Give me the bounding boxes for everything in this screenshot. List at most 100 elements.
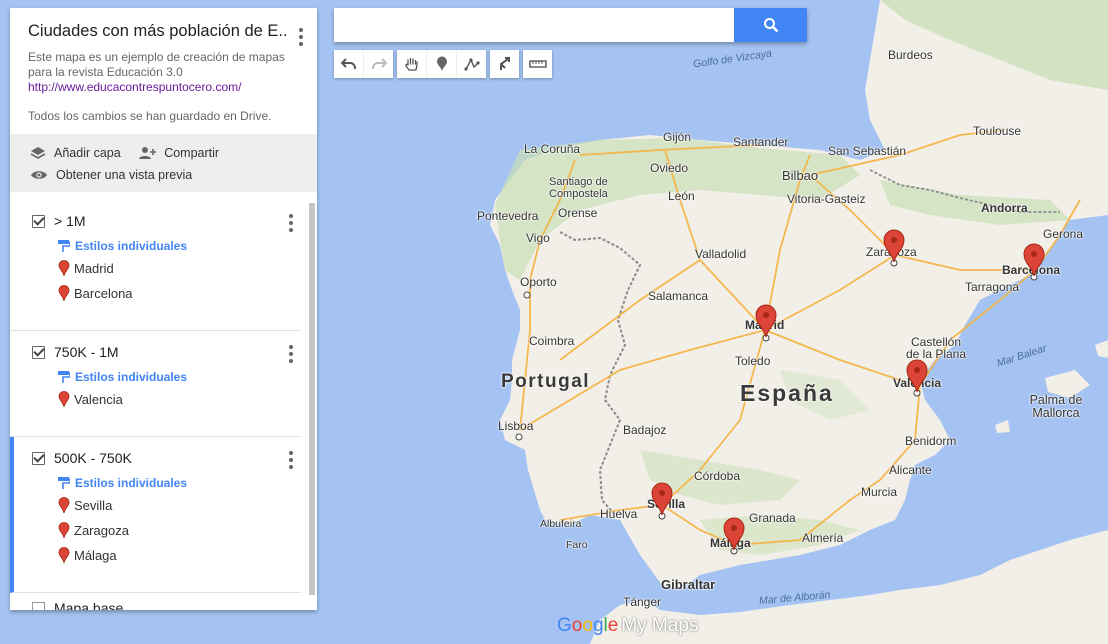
city-label-vitoria: Vitoria-Gasteiz <box>787 192 866 206</box>
history-group <box>334 50 393 78</box>
base-map-label: Mapa base <box>54 600 124 610</box>
layer-style-link[interactable]: Estilos individuales <box>10 367 301 387</box>
city-label-lisboa: Lisboa <box>498 419 534 433</box>
search-icon <box>763 18 778 33</box>
paint-roller-icon <box>58 477 70 489</box>
paint-roller-icon <box>58 240 70 252</box>
base-map-layer[interactable]: Mapa base <box>32 600 123 610</box>
eye-icon <box>31 171 47 179</box>
map-pin-malaga[interactable] <box>723 517 745 551</box>
base-map-checkbox[interactable] <box>32 601 45 610</box>
layer-group: > 1M Estilos individuales Madrid Barcelo… <box>10 200 301 331</box>
map-pin-sevilla[interactable] <box>651 482 673 516</box>
city-label-benidorm: Benidorm <box>905 434 957 448</box>
marker-icon <box>436 56 447 71</box>
my-maps-text: My Maps <box>621 615 699 636</box>
item-label: Málaga <box>74 548 117 563</box>
item-label: Madrid <box>74 261 114 276</box>
panel-scrollbar[interactable] <box>309 203 315 595</box>
layer-options-menu-icon[interactable] <box>289 214 293 232</box>
layer-visibility-checkbox[interactable] <box>32 451 45 465</box>
list-item[interactable]: Zaragoza <box>14 518 301 543</box>
city-label-gibraltar: Gibraltar <box>661 577 716 592</box>
item-label: Zaragoza <box>74 523 129 538</box>
list-item[interactable]: Málaga <box>14 543 301 568</box>
list-item[interactable]: Sevilla <box>14 493 301 518</box>
map-legend-panel: Ciudades con más población de E... Este … <box>10 8 317 610</box>
city-label-toledo: Toledo <box>735 354 771 368</box>
map-description[interactable]: Este mapa es un ejemplo de creación de m… <box>28 50 299 80</box>
undo-button[interactable] <box>334 50 364 78</box>
layer-visibility-checkbox[interactable] <box>32 214 45 228</box>
layer-name[interactable]: > 1M <box>54 213 86 229</box>
layer-style-link[interactable]: Estilos individuales <box>14 473 301 493</box>
style-link-label: Estilos individuales <box>75 370 188 384</box>
layer-options-menu-icon[interactable] <box>289 345 293 363</box>
list-item[interactable]: Valencia <box>10 387 301 412</box>
preview-button[interactable]: Obtener una vista previa <box>30 165 192 185</box>
city-label-valladolid: Valladolid <box>695 247 747 261</box>
layers-list: > 1M Estilos individuales Madrid Barcelo… <box>10 200 317 610</box>
city-label-coimbra: Coimbra <box>529 334 575 348</box>
add-marker-button[interactable] <box>427 50 457 78</box>
style-link-label: Estilos individuales <box>75 476 188 490</box>
list-item[interactable]: Madrid <box>10 256 301 281</box>
city-label-orense: Orense <box>558 206 598 220</box>
redo-icon <box>371 58 387 69</box>
panel-header: Ciudades con más población de E... Este … <box>10 8 317 134</box>
layer-style-link[interactable]: Estilos individuales <box>10 236 301 256</box>
directions-button[interactable] <box>490 50 519 78</box>
map-title[interactable]: Ciudades con más población de E... <box>28 22 286 41</box>
marker-icon <box>58 547 70 564</box>
city-label-vigo: Vigo <box>526 231 550 245</box>
map-pin-madrid[interactable] <box>755 304 777 338</box>
city-label-bilbao: Bilbao <box>782 168 819 183</box>
marker-icon <box>58 522 70 539</box>
draw-line-button[interactable] <box>457 50 486 78</box>
city-label-almeria: Almería <box>802 531 844 545</box>
city-label-san-sebastian: San Sebastián <box>828 144 907 158</box>
map-toolbar <box>334 50 552 78</box>
city-label-santiago: Santiago de Compostela <box>549 176 608 200</box>
pan-tool-button[interactable] <box>397 50 427 78</box>
city-label-andorra: Andorra <box>981 201 1028 215</box>
search-input[interactable] <box>334 8 744 40</box>
redo-button[interactable] <box>364 50 393 78</box>
add-layer-button[interactable]: Añadir capa <box>30 143 121 163</box>
draw-line-icon <box>463 58 480 71</box>
layer-group: 500K - 750K Estilos individuales Sevilla… <box>10 437 301 593</box>
share-button[interactable]: Compartir <box>138 143 219 163</box>
item-label: Valencia <box>74 392 123 407</box>
map-pin-valencia[interactable] <box>906 359 928 393</box>
map-options-menu-icon[interactable] <box>299 28 303 46</box>
ruler-icon <box>528 60 547 68</box>
city-label-santander: Santander <box>733 135 789 149</box>
city-label-granada: Granada <box>749 511 796 525</box>
measure-button[interactable] <box>523 50 552 78</box>
map-pin-zaragoza[interactable] <box>883 229 905 263</box>
layers-icon <box>30 147 46 159</box>
style-link-label: Estilos individuales <box>75 239 188 253</box>
city-dot-lisboa <box>515 433 523 441</box>
directions-icon <box>499 57 510 70</box>
search-button[interactable] <box>734 8 807 42</box>
preview-label: Obtener una vista previa <box>56 168 193 182</box>
marker-icon <box>58 285 70 302</box>
city-label-leon: León <box>668 189 695 203</box>
item-label: Sevilla <box>74 498 113 513</box>
layer-name[interactable]: 500K - 750K <box>54 450 132 466</box>
layer-visibility-checkbox[interactable] <box>32 345 45 359</box>
layer-header: 750K - 1M <box>10 331 301 365</box>
list-item[interactable]: Barcelona <box>10 281 301 306</box>
city-label-huelva: Huelva <box>600 507 638 521</box>
map-pin-barcelona[interactable] <box>1023 243 1045 277</box>
layer-name[interactable]: 750K - 1M <box>54 344 119 360</box>
map-link[interactable]: http://www.educacontrespuntocero.com/ <box>28 80 299 95</box>
city-label-palma: Palma de Mallorca <box>1029 393 1083 420</box>
country-label-spain: España <box>740 380 834 406</box>
tools-group <box>397 50 486 78</box>
google-my-maps-logo: Google My Maps <box>557 615 699 636</box>
undo-icon <box>340 58 356 69</box>
layer-options-menu-icon[interactable] <box>289 451 293 469</box>
layer-group: 750K - 1M Estilos individuales Valencia <box>10 331 301 437</box>
